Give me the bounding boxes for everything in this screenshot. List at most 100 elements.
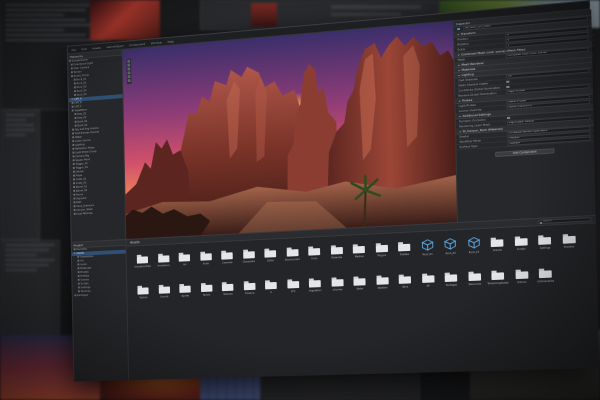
- asset-item[interactable]: Textures: [217, 279, 239, 305]
- asset-label: Rock_02: [445, 252, 455, 256]
- folder-icon: [74, 294, 76, 296]
- asset-item[interactable]: Water: [348, 273, 371, 300]
- asset-label: Skybox: [139, 296, 147, 299]
- asset-item[interactable]: Vegetation: [304, 275, 327, 302]
- folder-icon: [74, 248, 76, 250]
- chevron-down-icon[interactable]: [458, 64, 460, 65]
- gameobject-icon: [73, 171, 75, 173]
- asset-label: Resources: [468, 283, 481, 287]
- folder-icon: [445, 272, 458, 282]
- folder-body: [179, 254, 190, 262]
- asset-item[interactable]: Fonts: [303, 243, 326, 270]
- asset-item[interactable]: XR: [416, 270, 440, 297]
- hierarchy-item-label: Rock_05: [77, 93, 87, 97]
- asset-item[interactable]: Skybox: [133, 282, 154, 308]
- property-checkbox[interactable]: [506, 86, 509, 89]
- project-tree-label: Assets: [76, 252, 84, 255]
- folder-body: [222, 283, 234, 291]
- scene-tool-palette: [126, 59, 131, 85]
- active-checkbox[interactable]: [457, 28, 460, 31]
- asset-item[interactable]: Meshes: [348, 241, 371, 268]
- asset-item[interactable]: Weather: [371, 272, 394, 299]
- menu-item-assets[interactable]: Assets: [92, 45, 101, 50]
- menu-item-help[interactable]: Help: [167, 39, 173, 43]
- menu-item-file[interactable]: File: [71, 47, 76, 51]
- tab-hierarchy[interactable]: Hierarchy: [70, 54, 83, 59]
- asset-item[interactable]: UI: [260, 277, 282, 304]
- asset-item[interactable]: Characters: [238, 246, 260, 273]
- asset-item[interactable]: Addressables: [533, 265, 558, 293]
- project-tree-label: Packages: [77, 294, 88, 297]
- asset-item[interactable]: Gizmos: [510, 266, 534, 294]
- gameobject-icon: [75, 121, 77, 123]
- gameobject-icon: [74, 90, 76, 92]
- chevron-down-icon[interactable]: [458, 69, 460, 70]
- breadcrumb[interactable]: Assets: [130, 240, 140, 244]
- asset-item[interactable]: Animations: [153, 250, 174, 276]
- folder-body: [331, 279, 343, 287]
- asset-item[interactable]: Packages: [439, 269, 463, 297]
- gameobject-icon: [75, 117, 77, 119]
- asset-item[interactable]: Prefabs: [393, 238, 416, 265]
- rotate-tool-icon[interactable]: [127, 67, 130, 70]
- asset-item[interactable]: Volumes: [326, 274, 349, 301]
- chevron-down-icon[interactable]: [457, 34, 459, 35]
- scene-view[interactable]: [123, 21, 459, 239]
- asset-item[interactable]: Cameras: [216, 247, 238, 274]
- asset-item[interactable]: Timeline: [238, 278, 260, 305]
- folder-icon: [78, 286, 80, 288]
- cube-face-left: [422, 242, 427, 250]
- tab-project[interactable]: Project: [73, 243, 82, 247]
- asset-item[interactable]: Wind: [394, 271, 417, 298]
- asset-item[interactable]: Shaders: [557, 230, 582, 258]
- asset-item[interactable]: Plugins: [370, 240, 393, 267]
- gameobject-icon: [73, 175, 75, 177]
- asset-item[interactable]: Environment: [281, 244, 304, 271]
- add-component-button[interactable]: Add Component: [495, 148, 554, 157]
- asset-item[interactable]: Terrain: [196, 280, 218, 306]
- scale-tool-icon[interactable]: [128, 71, 131, 74]
- chevron-down-icon[interactable]: [459, 131, 461, 132]
- folder-icon: [222, 282, 234, 291]
- asset-item[interactable]: Art: [174, 249, 196, 275]
- chevron-down-icon[interactable]: [458, 75, 460, 76]
- asset-item[interactable]: Sounds: [154, 281, 175, 307]
- asset-item[interactable]: Rock_03: [462, 235, 486, 263]
- asset-item[interactable]: Settings: [533, 232, 558, 260]
- property-checkbox[interactable]: [506, 80, 509, 83]
- hand-tool-icon[interactable]: [127, 60, 130, 63]
- menu-item-component[interactable]: Component: [129, 41, 145, 46]
- hierarchy-item-label: Signpost: [76, 197, 86, 200]
- tab-inspector[interactable]: Inspector: [456, 20, 471, 25]
- asset-label: AnimationClips: [134, 265, 151, 269]
- asset-item[interactable]: AnimationClips: [132, 251, 153, 277]
- chevron-down-icon[interactable]: [458, 54, 460, 55]
- transform-tool-icon[interactable]: [128, 79, 131, 82]
- move-tool-icon[interactable]: [127, 64, 130, 67]
- folder-body: [376, 277, 388, 285]
- hierarchy-item-label: Props: [76, 174, 82, 177]
- rect-tool-icon[interactable]: [128, 75, 131, 78]
- chevron-down-icon[interactable]: [459, 100, 461, 101]
- project-tree-item[interactable]: Packages: [73, 292, 127, 298]
- property-checkbox[interactable]: [507, 117, 510, 120]
- asset-item[interactable]: Rock_01: [416, 237, 440, 265]
- gameobject-icon: [75, 113, 77, 115]
- asset-item[interactable]: Scripts: [509, 233, 533, 261]
- asset-item[interactable]: Materials: [325, 242, 348, 269]
- asset-item[interactable]: Rock_02: [439, 236, 463, 264]
- asset-item[interactable]: Editor: [259, 245, 281, 272]
- asset-item[interactable]: Resources: [463, 268, 487, 296]
- menu-item-window[interactable]: Window: [151, 40, 162, 45]
- asset-item[interactable]: VFX: [282, 276, 305, 303]
- asset-label: StreamingAssets: [488, 281, 509, 285]
- menu-item-edit[interactable]: Edit: [81, 47, 86, 51]
- folder-icon: [158, 253, 169, 262]
- asset-item[interactable]: StreamingAssets: [486, 267, 510, 295]
- asset-item[interactable]: Audio: [195, 248, 217, 274]
- menu-item-gameobject[interactable]: GameObject: [106, 43, 123, 48]
- folder-icon: [286, 247, 298, 257]
- asset-item[interactable]: Sprites: [175, 280, 197, 306]
- asset-item[interactable]: Scenes: [485, 234, 509, 262]
- chevron-down-icon[interactable]: [459, 116, 461, 117]
